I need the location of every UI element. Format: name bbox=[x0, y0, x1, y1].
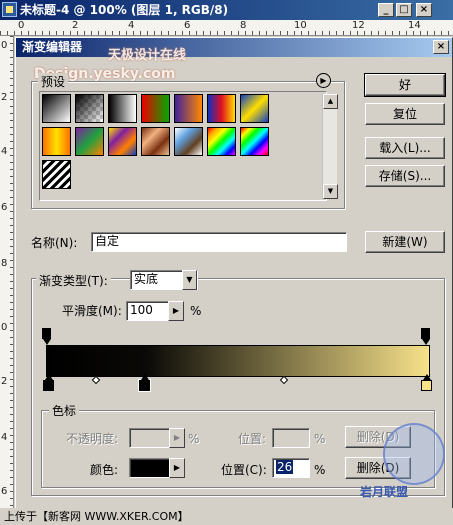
preset-swatch-blue-red-yellow[interactable] bbox=[207, 94, 236, 123]
color-location-percent: % bbox=[314, 463, 326, 477]
color-location-value: 26 bbox=[276, 460, 294, 474]
color-label: 颜色: bbox=[90, 463, 119, 477]
color-location-input[interactable]: 26 bbox=[272, 458, 310, 478]
maximize-button[interactable]: □ bbox=[396, 3, 412, 17]
opacity-stop-start[interactable] bbox=[42, 328, 51, 345]
gradient-type-select[interactable]: 实底 ▼ bbox=[130, 270, 198, 290]
minimize-button[interactable]: _ bbox=[378, 3, 394, 17]
ruler-label: 4 bbox=[128, 20, 135, 31]
stops-legend: 色标 bbox=[49, 402, 80, 419]
ruler-label: 14 bbox=[408, 20, 421, 31]
color-stop-end[interactable] bbox=[421, 374, 432, 391]
smoothness-label: 平滑度(M): bbox=[62, 304, 122, 318]
ruler-label: 12 bbox=[352, 20, 365, 31]
vertical-ruler[interactable]: 0 2 4 6 8 0 2 4 6 bbox=[0, 36, 14, 525]
preset-swatch-transparent-stripes[interactable] bbox=[42, 160, 71, 189]
gradient-preview-bar[interactable] bbox=[46, 345, 430, 377]
gradient-type-value: 实底 bbox=[134, 272, 159, 286]
presets-menu-icon[interactable]: ▶ bbox=[316, 73, 331, 88]
color-menu-arrow-icon[interactable]: ▶ bbox=[169, 458, 185, 478]
dialog-close-button[interactable]: × bbox=[433, 40, 449, 54]
load-button[interactable]: 载入(L)... bbox=[365, 137, 445, 159]
opacity-location-input[interactable] bbox=[272, 428, 310, 448]
document-title-bar: 未标题-4 @ 100% (图层 1, RGB/8) _ □ × bbox=[0, 0, 453, 20]
ruler-label: 0 bbox=[1, 322, 8, 333]
preset-swatch-foreground-to-transparent[interactable] bbox=[75, 94, 104, 123]
percent-sign: % bbox=[190, 304, 202, 318]
preset-swatch-copper[interactable] bbox=[141, 127, 170, 156]
preset-swatch-yellow-violet-orange-blue[interactable] bbox=[108, 127, 137, 156]
opacity-percent: % bbox=[188, 432, 200, 446]
opacity-location-percent: % bbox=[314, 432, 326, 446]
opacity-stop-end[interactable] bbox=[421, 328, 430, 345]
ruler-label: 6 bbox=[1, 202, 8, 213]
scroll-down-button[interactable]: ▼ bbox=[323, 184, 338, 199]
preset-swatch-black-white[interactable] bbox=[108, 94, 137, 123]
presets-legend: 预设 bbox=[38, 73, 69, 90]
ruler-label: 6 bbox=[1, 486, 8, 497]
reset-button[interactable]: 复位 bbox=[365, 103, 445, 125]
ruler-label: 4 bbox=[1, 432, 8, 443]
ruler-label: 8 bbox=[240, 20, 247, 31]
ruler-label: 0 bbox=[1, 40, 8, 51]
document-title: 未标题-4 @ 100% (图层 1, RGB/8) bbox=[20, 3, 229, 17]
preset-swatch-chrome[interactable] bbox=[174, 127, 203, 156]
name-input[interactable]: 自定 bbox=[91, 232, 347, 252]
name-label: 名称(N): bbox=[31, 236, 78, 250]
preset-swatch-violet-orange[interactable] bbox=[174, 94, 203, 123]
preset-swatch-orange-yellow-orange[interactable] bbox=[42, 127, 71, 156]
preset-swatch-red-green[interactable] bbox=[141, 94, 170, 123]
watermark-logo bbox=[383, 423, 445, 485]
close-button[interactable]: × bbox=[416, 3, 432, 17]
ruler-label: 2 bbox=[72, 20, 79, 31]
opacity-location-label: 位置: bbox=[238, 432, 267, 446]
dialog-title-bar[interactable]: 渐变编辑器 × bbox=[16, 38, 452, 57]
watermark-logo-text: 岩月联盟 bbox=[360, 485, 409, 499]
color-stop-start[interactable] bbox=[43, 374, 54, 391]
gradient-type-label: 渐变类型(T): bbox=[36, 273, 111, 289]
ruler-label: 6 bbox=[184, 20, 191, 31]
ruler-label: 4 bbox=[1, 146, 8, 157]
ruler-label: 0 bbox=[18, 20, 25, 31]
color-location-label: 位置(C): bbox=[221, 463, 267, 477]
opacity-label: 不透明度: bbox=[66, 432, 119, 446]
dialog-title: 渐变编辑器 bbox=[22, 40, 83, 54]
scroll-up-button[interactable]: ▲ bbox=[323, 94, 338, 109]
chevron-down-icon[interactable]: ▼ bbox=[182, 270, 197, 290]
ruler-label: 2 bbox=[1, 92, 8, 103]
photoshop-document-icon bbox=[2, 2, 17, 17]
preset-swatch-blue-yellow-blue[interactable] bbox=[240, 94, 269, 123]
preset-swatch-transparent-rainbow[interactable] bbox=[240, 127, 269, 156]
opacity-slider-arrow-icon[interactable]: ▶ bbox=[169, 428, 185, 448]
horizontal-ruler[interactable]: 0 2 4 6 8 10 12 14 bbox=[0, 20, 453, 36]
preset-swatch-violet-green-orange[interactable] bbox=[75, 127, 104, 156]
presets-scrollbar[interactable]: ▲ ▼ bbox=[322, 94, 338, 199]
color-stop-selected[interactable] bbox=[138, 374, 151, 392]
ruler-label: 10 bbox=[294, 20, 307, 31]
ruler-label: 8 bbox=[1, 258, 8, 269]
watermark-text: 天极设计在线 bbox=[108, 48, 187, 63]
upload-caption: 上传于【新客网 WWW.XKER.COM】 bbox=[0, 508, 453, 525]
smoothness-slider-arrow-icon[interactable]: ▶ bbox=[168, 301, 184, 321]
ruler-label: 2 bbox=[1, 376, 8, 387]
preset-swatch-spectrum[interactable] bbox=[207, 127, 236, 156]
new-button[interactable]: 新建(W) bbox=[365, 231, 445, 253]
save-button[interactable]: 存储(S)... bbox=[365, 165, 445, 187]
ok-button[interactable]: 好 bbox=[364, 73, 446, 97]
presets-list bbox=[39, 91, 327, 201]
preset-swatch-foreground-to-background[interactable] bbox=[42, 94, 71, 123]
